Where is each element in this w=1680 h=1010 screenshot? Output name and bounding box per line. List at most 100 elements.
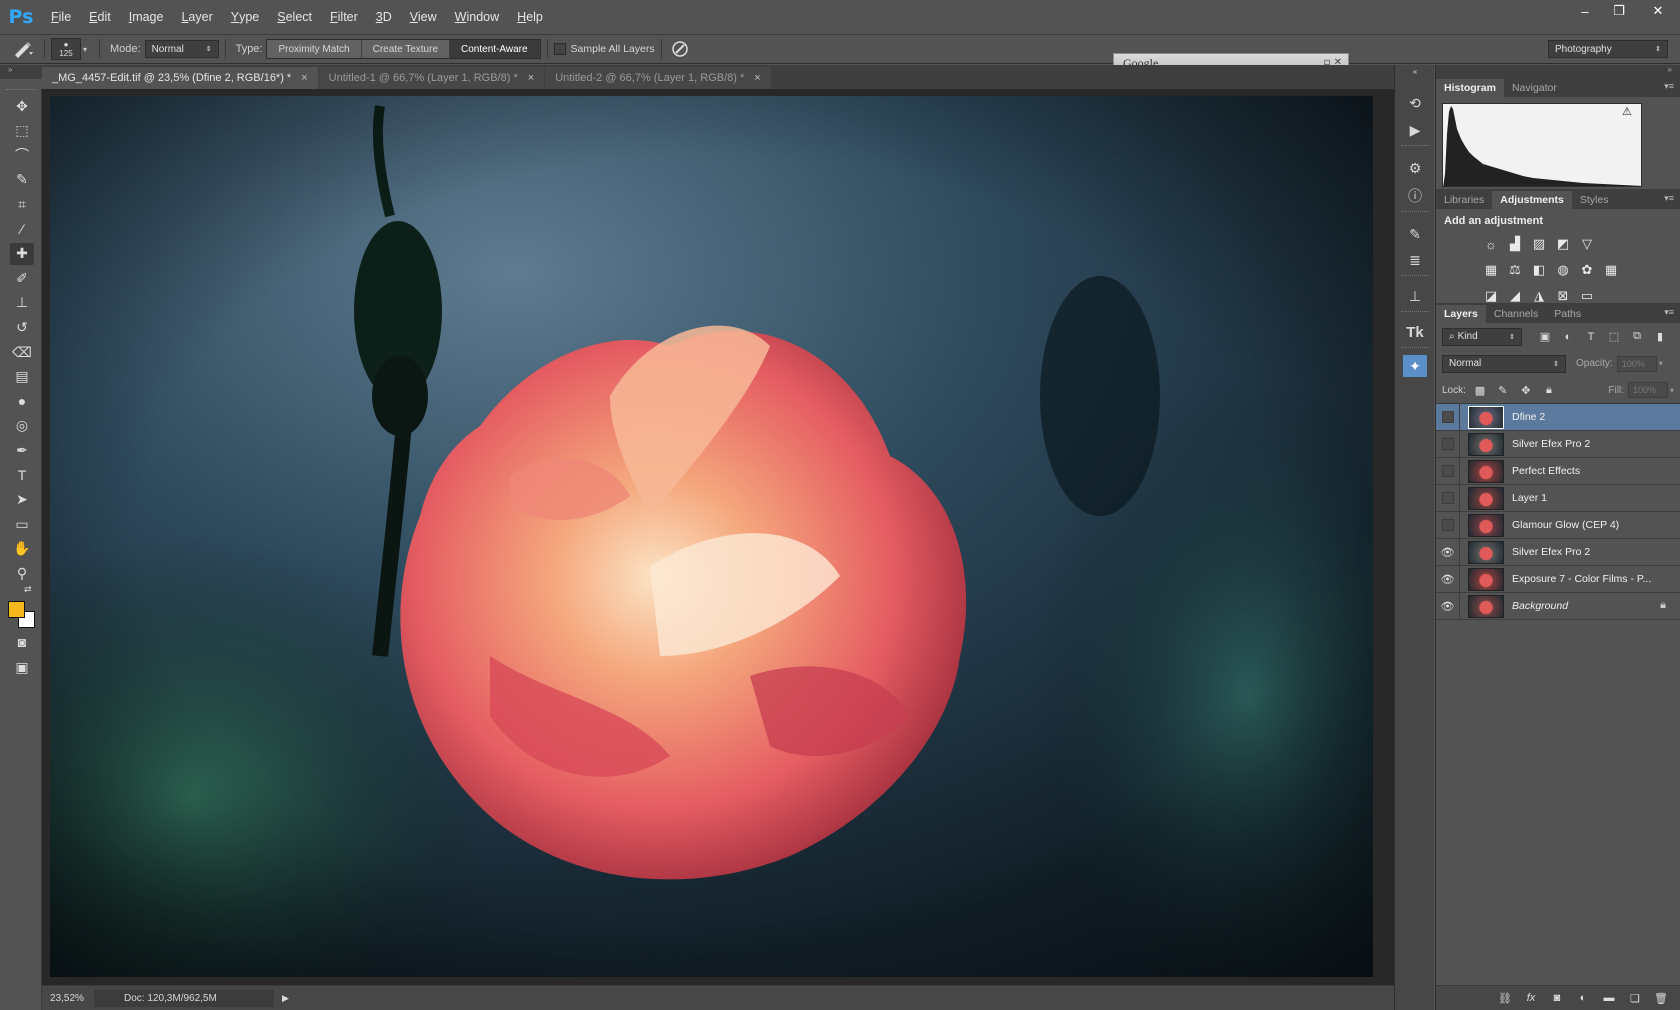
fill-field[interactable]: 100% <box>1627 382 1668 398</box>
create-texture-button[interactable]: Create Texture <box>361 40 451 58</box>
visibility-toggle[interactable] <box>1436 403 1460 431</box>
rose-photo[interactable] <box>50 96 1373 977</box>
filter-toggle-icon[interactable]: ▮ <box>1651 328 1669 346</box>
brush-dropdown-icon[interactable]: ▾ <box>83 45 93 54</box>
workspace-select[interactable]: Photography ⇕ <box>1548 40 1668 58</box>
menu-edit[interactable]: Edit <box>80 0 120 34</box>
menu-select[interactable]: Select <box>268 0 321 34</box>
visibility-toggle[interactable] <box>1436 511 1460 539</box>
opacity-field[interactable]: 100% <box>1616 355 1657 372</box>
sample-all-layers-checkbox[interactable] <box>553 43 566 55</box>
blur-icon[interactable]: ● <box>10 390 34 412</box>
type-icon[interactable]: T <box>10 464 34 486</box>
menu-file[interactable]: File <box>42 0 80 34</box>
mode-select[interactable]: Normal ⇕ <box>144 40 219 58</box>
levels-icon[interactable]: ▟ <box>1504 233 1526 255</box>
menu-window[interactable]: Window <box>446 0 508 34</box>
hue-saturation-icon[interactable]: ▦ <box>1480 259 1502 281</box>
visibility-toggle[interactable]: 👁︎ <box>1436 538 1460 566</box>
path-select-icon[interactable]: ➤ <box>10 489 34 511</box>
expand-dock-icon[interactable]: » <box>1668 65 1672 74</box>
link-layers-icon[interactable]: ⛓ <box>1495 989 1515 1007</box>
menu-view[interactable]: View <box>401 0 446 34</box>
smart-object-filter-icon[interactable]: ⧉ <box>1628 328 1646 346</box>
vibrance-icon[interactable]: ▽ <box>1576 233 1598 255</box>
close-tab-icon[interactable]: × <box>528 72 534 84</box>
tab-channels[interactable]: Channels <box>1486 305 1546 323</box>
document-tab-1[interactable]: _MG_4457-Edit.tif @ 23,5% (Dfine 2, RGB/… <box>42 67 318 89</box>
trash-icon[interactable]: 🗑︎ <box>1651 989 1671 1007</box>
layer-row[interactable]: Glamour Glow (CEP 4) <box>1436 511 1680 539</box>
panel-menu-icon[interactable]: ▾≡ <box>1664 193 1674 204</box>
history-panel-icon[interactable]: ⟲ <box>1403 92 1427 114</box>
tool-preset-icon[interactable] <box>8 38 38 60</box>
type-filter-icon[interactable]: T <box>1582 328 1600 346</box>
proximity-match-button[interactable]: Proximity Match <box>267 40 362 58</box>
crop-icon[interactable]: ⌗ <box>10 193 34 215</box>
curves-icon[interactable]: ▨ <box>1528 233 1550 255</box>
collapse-toolbar-icon[interactable]: » <box>0 65 42 79</box>
screen-mode-icon[interactable]: ▣ <box>10 656 34 678</box>
visibility-toggle[interactable]: 👁︎ <box>1436 592 1460 620</box>
lock-position-icon[interactable]: ✥ <box>1517 381 1535 399</box>
lasso-icon[interactable]: ⌒ <box>10 144 34 166</box>
foreground-color-swatch[interactable] <box>8 601 25 618</box>
restore-button[interactable]: ❐ <box>1602 0 1636 22</box>
layer-row[interactable]: 👁︎ Silver Efex Pro 2 <box>1436 538 1680 566</box>
zoom-icon[interactable]: ⚲ <box>10 562 34 584</box>
visibility-toggle[interactable] <box>1436 457 1460 485</box>
clone-stamp-icon[interactable]: ⊥ <box>10 292 34 314</box>
zoom-level-field[interactable]: 23,52% <box>42 993 88 1004</box>
panel-menu-icon[interactable]: ▾≡ <box>1664 81 1674 92</box>
cache-warning-icon[interactable]: ⚠ <box>1622 105 1632 118</box>
document-tab-2[interactable]: Untitled-1 @ 66,7% (Layer 1, RGB/8) * × <box>318 67 545 89</box>
move-icon[interactable]: ✥ <box>10 95 34 117</box>
properties-panel-icon[interactable]: ⚙ <box>1403 157 1427 179</box>
brightness-contrast-icon[interactable]: ☼ <box>1480 233 1502 255</box>
color-lookup-icon[interactable]: ▦ <box>1600 259 1622 281</box>
hand-icon[interactable]: ✋ <box>10 538 34 560</box>
pixel-filter-icon[interactable]: ▣ <box>1536 328 1554 346</box>
tab-paths[interactable]: Paths <box>1546 305 1589 323</box>
canvas-area[interactable] <box>42 89 1394 985</box>
photo-filter-icon[interactable]: ◍ <box>1552 259 1574 281</box>
dodge-icon[interactable]: ◎ <box>10 415 34 437</box>
plugin-panel-icon[interactable]: ✦ <box>1403 355 1427 377</box>
quick-select-icon[interactable]: ✎ <box>10 169 34 191</box>
visibility-toggle[interactable] <box>1436 484 1460 512</box>
close-window-button[interactable]: ✕ <box>1636 0 1680 22</box>
collapse-dock-icon[interactable]: « <box>1403 65 1427 77</box>
lock-pixels-icon[interactable]: ✎ <box>1494 381 1512 399</box>
lock-icon[interactable]: 🔒︎ <box>1660 599 1666 612</box>
chevron-down-icon[interactable]: ▾ <box>1670 386 1674 395</box>
menu-type[interactable]: Yype <box>222 0 269 34</box>
menu-3d[interactable]: 3D <box>367 0 401 34</box>
lock-transparent-icon[interactable]: ▩ <box>1471 381 1489 399</box>
black-white-icon[interactable]: ◧ <box>1528 259 1550 281</box>
new-group-icon[interactable]: ▬ <box>1599 989 1619 1007</box>
blend-mode-select[interactable]: Normal ⇕ <box>1442 354 1566 373</box>
info-panel-icon[interactable]: ⓘ <box>1403 185 1427 207</box>
swap-colors-icon[interactable]: ⇄ <box>24 584 32 595</box>
adjustment-filter-icon[interactable]: ◐ <box>1559 328 1577 346</box>
eyedropper-icon[interactable]: ⁄ <box>10 218 34 240</box>
color-balance-icon[interactable]: ⚖ <box>1504 259 1526 281</box>
layer-row[interactable]: 👁︎ Exposure 7 - Color Films - P... <box>1436 565 1680 593</box>
pressure-size-icon[interactable] <box>668 38 692 60</box>
layer-row[interactable]: Dfine 2 <box>1436 403 1680 431</box>
clone-source-icon[interactable]: ⊥ <box>1403 285 1427 307</box>
new-layer-icon[interactable]: ❏ <box>1625 989 1645 1007</box>
menu-image[interactable]: Image <box>120 0 173 34</box>
add-mask-icon[interactable]: ◙ <box>1547 989 1567 1007</box>
eraser-icon[interactable]: ⌫ <box>10 341 34 363</box>
marquee-icon[interactable]: ⬚ <box>10 120 34 142</box>
gradient-icon[interactable]: ▤ <box>10 366 34 388</box>
brush-presets-icon[interactable]: ✎ <box>1403 223 1427 245</box>
brush-size-picker[interactable]: ● 125 <box>51 38 81 60</box>
lock-all-icon[interactable]: 🔒︎ <box>1540 381 1558 399</box>
tab-styles[interactable]: Styles <box>1572 191 1617 209</box>
menu-layer[interactable]: Layer <box>172 0 221 34</box>
menu-help[interactable]: Help <box>508 0 552 34</box>
document-tab-3[interactable]: Untitled-2 @ 66,7% (Layer 1, RGB/8) * × <box>545 67 771 89</box>
layer-filter-select[interactable]: ⌕ Kind ⇕ <box>1442 327 1522 346</box>
